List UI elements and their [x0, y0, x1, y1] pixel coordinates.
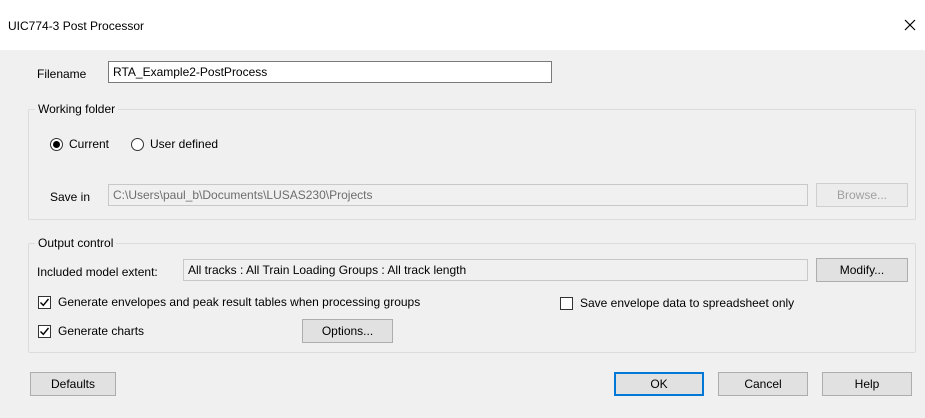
- browse-button[interactable]: Browse...: [816, 183, 908, 207]
- cancel-button[interactable]: Cancel: [718, 372, 808, 396]
- output-control-title: Output control: [35, 236, 117, 250]
- model-extent-field: All tracks : All Train Loading Groups : …: [183, 259, 808, 281]
- model-extent-label: Included model extent:: [37, 265, 158, 279]
- help-button[interactable]: Help: [822, 372, 912, 396]
- save-envelope-label: Save envelope data to spreadsheet only: [580, 296, 795, 310]
- generate-envelopes-label: Generate envelopes and peak result table…: [58, 295, 421, 309]
- radio-current-label: Current: [69, 137, 110, 151]
- generate-charts-label: Generate charts: [58, 324, 145, 338]
- save-envelope-checkbox[interactable]: [560, 297, 573, 310]
- radio-user-defined-label: User defined: [150, 137, 219, 151]
- filename-input[interactable]: RTA_Example2-PostProcess: [108, 61, 552, 83]
- options-button[interactable]: Options...: [302, 319, 393, 343]
- save-in-label: Save in: [50, 190, 91, 204]
- ok-button[interactable]: OK: [614, 372, 704, 396]
- radio-user-defined[interactable]: [131, 138, 144, 151]
- title-bar: UIC774-3 Post Processor: [0, 0, 925, 50]
- defaults-button[interactable]: Defaults: [30, 372, 116, 396]
- generate-envelopes-checkbox[interactable]: [38, 296, 51, 309]
- post-processor-dialog: UIC774-3 Post Processor Filename RTA_Exa…: [0, 0, 925, 418]
- check-icon: [40, 298, 50, 307]
- save-in-field: C:\Users\paul_b\Documents\LUSAS230\Proje…: [108, 184, 808, 206]
- close-button[interactable]: [895, 10, 925, 40]
- close-icon: [904, 19, 916, 31]
- radio-current[interactable]: [50, 138, 63, 151]
- modify-button[interactable]: Modify...: [816, 258, 908, 282]
- working-folder-title: Working folder: [35, 102, 119, 116]
- dialog-title: UIC774-3 Post Processor: [8, 19, 145, 33]
- filename-label: Filename: [37, 67, 87, 81]
- generate-charts-checkbox[interactable]: [38, 325, 51, 338]
- check-icon: [40, 327, 50, 336]
